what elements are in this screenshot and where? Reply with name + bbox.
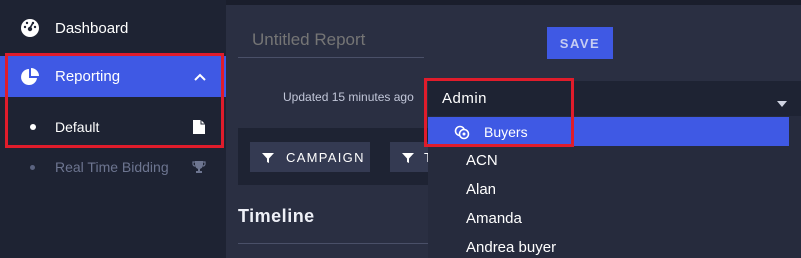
sidebar-subitem-real-time-bidding[interactable]: Real Time Bidding bbox=[0, 152, 226, 182]
trophy-icon bbox=[192, 159, 206, 175]
report-title-input[interactable] bbox=[238, 22, 424, 58]
dropdown-option-label: ACN bbox=[466, 152, 498, 169]
sidebar-item-label: Dashboard bbox=[55, 19, 129, 37]
divider bbox=[238, 243, 428, 244]
dropdown-option[interactable]: ACN bbox=[428, 146, 801, 175]
filter-icon bbox=[402, 151, 414, 163]
save-button[interactable]: SAVE bbox=[547, 27, 613, 59]
dropdown-option-label: Amanda bbox=[466, 210, 522, 227]
sidebar-subitem-label: Real Time Bidding bbox=[55, 159, 169, 175]
filter-label: CAMPAIGN bbox=[286, 149, 365, 165]
gauge-icon bbox=[20, 18, 40, 38]
sidebar-item-dashboard[interactable]: Dashboard bbox=[0, 6, 226, 50]
dropdown-option[interactable]: Alan bbox=[428, 175, 801, 204]
dropdown-option[interactable]: Amanda bbox=[428, 204, 801, 233]
second-filter-button[interactable]: T bbox=[390, 142, 432, 172]
last-updated-text: Updated 15 minutes ago bbox=[283, 90, 414, 104]
annotation-highlight-sidebar bbox=[5, 53, 224, 148]
dropdown-option-label: Andrea buyer bbox=[466, 239, 557, 256]
top-strip bbox=[226, 0, 801, 5]
campaign-filter-button[interactable]: CAMPAIGN bbox=[250, 142, 370, 172]
filter-bar: CAMPAIGN T bbox=[238, 128, 432, 185]
dropdown-option-label: Alan bbox=[466, 181, 497, 198]
filter-icon bbox=[262, 151, 274, 163]
timeline-heading: Timeline bbox=[238, 206, 315, 226]
dropdown-option[interactable]: Andrea buyer bbox=[428, 233, 801, 258]
annotation-highlight-select bbox=[424, 78, 574, 147]
bullet-icon bbox=[30, 164, 35, 170]
caret-down-icon bbox=[776, 95, 788, 107]
